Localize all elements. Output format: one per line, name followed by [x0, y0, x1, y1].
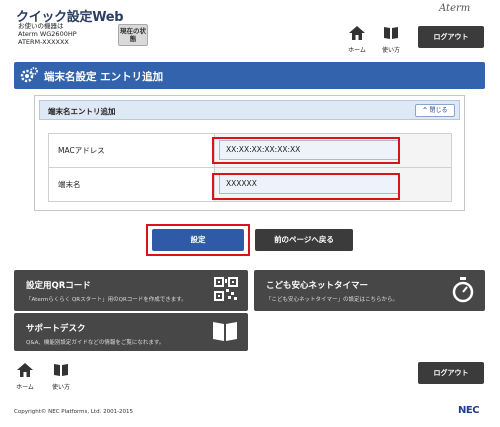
device-label: お使いの機器は [18, 22, 64, 30]
footer-home-link[interactable]: ホーム [14, 362, 36, 391]
book-icon [384, 27, 398, 39]
nec-logo: NEC [458, 405, 480, 416]
support-tile-desc: Q&A、機能別設定ガイドなどの情報をご覧になれます。 [26, 340, 165, 346]
manual-link[interactable]: 使い方 [380, 25, 402, 54]
device-id: ATERM-XXXXXX [18, 38, 69, 46]
mac-highlight [212, 137, 400, 164]
book-icon [54, 364, 68, 376]
timer-tile-title: こども安心ネットタイマー [266, 281, 369, 291]
device-model: Aterm WG2600HP [18, 30, 77, 38]
qr-tile-desc: 「Atermらくらく QRスタート」用のQRコードを作成できます。 [26, 297, 187, 303]
net-timer-tile[interactable]: こども安心ネットタイマー 「こども安心ネットタイマー」の設定はこちらから。 [254, 270, 485, 311]
collapse-label: 閉じる [429, 107, 448, 114]
qr-code-tile[interactable]: 設定用QRコード 「Atermらくらく QRスタート」用のQRコードを作成できま… [14, 270, 248, 311]
submit-highlight: 設定 [146, 224, 250, 256]
stopwatch-icon [452, 277, 474, 303]
home-link[interactable]: ホーム [346, 25, 368, 54]
book-icon [213, 322, 237, 341]
aterm-logo: Aterm [439, 3, 471, 14]
submit-button[interactable]: 設定 [152, 229, 244, 251]
logout-button[interactable]: ログアウト [418, 26, 484, 48]
device-info: お使いの機器は Aterm WG2600HP ATERM-XXXXXX [18, 22, 77, 46]
home-icon [349, 26, 365, 40]
mac-address-label: MACアドレス [49, 134, 215, 167]
home-icon [17, 363, 33, 377]
footer-home-label: ホーム [16, 384, 34, 391]
footer-logout-button[interactable]: ログアウト [418, 362, 484, 384]
name-highlight [212, 173, 400, 200]
support-tile-title: サポートデスク [26, 324, 86, 334]
page-title-bar: 端末名設定 エントリ追加 [14, 62, 485, 89]
qr-code-icon [214, 277, 238, 301]
copyright: Copyright© NEC Platforms, Ltd. 2001-2015 [14, 409, 134, 415]
manual-label: 使い方 [381, 47, 400, 54]
page-title: 端末名設定 エントリ追加 [44, 71, 164, 83]
status-button[interactable]: 現在の状態 [118, 24, 148, 46]
back-button[interactable]: 前のページへ戻る [255, 229, 353, 251]
qr-tile-title: 設定用QRコード [26, 281, 91, 291]
section-header: 端末名エントリ追加 ^ 閉じる [39, 100, 460, 120]
footer-manual-link[interactable]: 使い方 [50, 362, 72, 391]
home-label: ホーム [348, 47, 366, 54]
gear-icon [20, 67, 38, 83]
support-desk-tile[interactable]: サポートデスク Q&A、機能別設定ガイドなどの情報をご覧になれます。 [14, 313, 248, 351]
collapse-button[interactable]: ^ 閉じる [415, 104, 455, 117]
section-title: 端末名エントリ追加 [48, 107, 116, 116]
chevron-up-icon: ^ [422, 107, 428, 114]
footer-manual-label: 使い方 [51, 384, 70, 391]
timer-tile-desc: 「こども安心ネットタイマー」の設定はこちらから。 [266, 297, 399, 303]
device-name-label: 端末名 [49, 168, 215, 201]
